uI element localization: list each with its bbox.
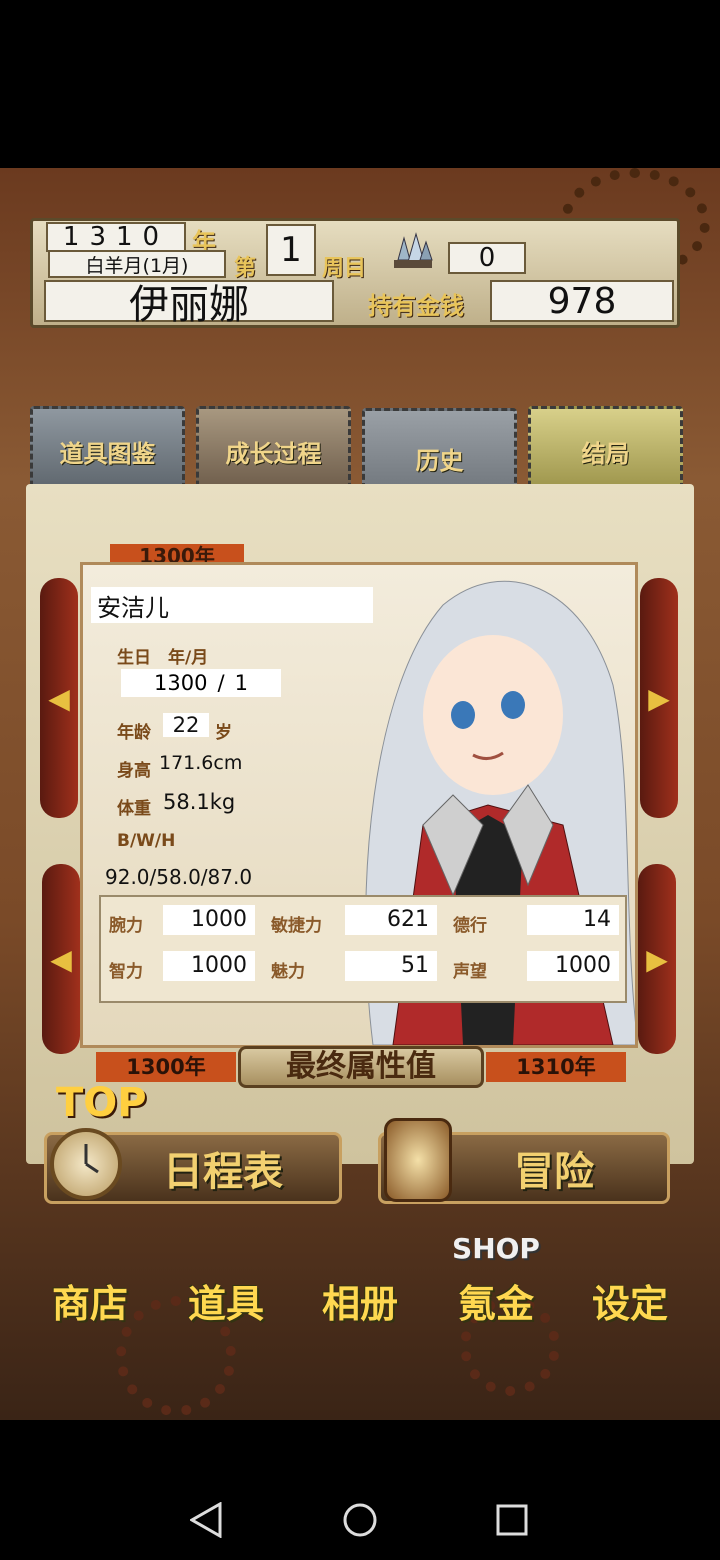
stat-value: 51: [345, 951, 437, 981]
stat-label: 魅力: [271, 962, 305, 982]
tab-ending[interactable]: 结局: [528, 406, 683, 496]
stat-value: 1000: [527, 951, 619, 981]
week-number: 1: [266, 224, 316, 276]
stat-value: 621: [345, 905, 437, 935]
height-label: 身高: [117, 761, 151, 781]
tab-growth[interactable]: 成长过程: [196, 406, 351, 496]
stat-label: 声望: [453, 962, 487, 982]
gold-label: 持有金钱: [368, 292, 464, 320]
character-name: 安洁儿: [91, 587, 373, 623]
nav-bar: [0, 1460, 720, 1560]
age-unit: 岁: [215, 723, 232, 743]
birthday-label: 生日 年/月: [117, 648, 209, 668]
shop-button[interactable]: 商店: [30, 1218, 150, 1328]
end-year-tag: 1310年: [486, 1052, 626, 1082]
prev-arrow-upper[interactable]: ◀: [40, 578, 78, 818]
next-arrow-lower[interactable]: ▶: [638, 864, 676, 1054]
age-value: 22: [163, 713, 209, 737]
stat-value: 1000: [163, 951, 255, 981]
year-display: 1310: [46, 222, 186, 252]
album-button[interactable]: 相册: [300, 1218, 420, 1328]
stat-label: 敏捷力: [271, 916, 322, 936]
back-icon[interactable]: [190, 1502, 224, 1538]
stat-value: 14: [527, 905, 619, 935]
crystal-count: 0: [448, 242, 526, 274]
items-button[interactable]: 道具: [166, 1218, 286, 1328]
game-screen: 1310 年 白羊月(1月) 第 1 周目 0 伊丽娜 持有金钱 978 道具图…: [0, 168, 720, 1420]
lantern-icon: [384, 1118, 452, 1202]
home-icon[interactable]: [342, 1502, 378, 1538]
tab-item-catalog[interactable]: 道具图鉴: [30, 406, 185, 496]
prev-arrow-lower[interactable]: ◀: [42, 864, 80, 1054]
stat-label: 德行: [453, 916, 487, 936]
settings-button[interactable]: 设定: [570, 1218, 690, 1328]
bwh-label: B/W/H: [117, 831, 176, 851]
bwh-value: 92.0/58.0/87.0: [105, 865, 253, 889]
week-suffix: 周目: [322, 256, 367, 281]
year-value: 1310: [62, 222, 170, 252]
character-card: 安洁儿 生日 年/月 1300 / 1 年龄 22 岁 身高 171.6cm 体…: [80, 562, 638, 1048]
stat-value: 1000: [163, 905, 255, 935]
final-stats-title: 最终属性值: [238, 1046, 484, 1088]
height-value: 171.6cm: [159, 752, 243, 774]
age-label: 年龄: [117, 723, 151, 743]
stat-label: 智力: [109, 962, 143, 982]
weight-value: 58.1kg: [163, 790, 236, 814]
gold-value: 978: [490, 280, 674, 322]
stat-label: 腕力: [109, 916, 143, 936]
right-arrow-icon: ▶: [646, 942, 668, 976]
left-arrow-icon: ◀: [48, 681, 70, 715]
left-arrow-icon: ◀: [50, 942, 72, 976]
clock-icon: [50, 1128, 122, 1200]
topup-button[interactable]: 氪金: [436, 1218, 556, 1328]
crystal-icon: [392, 230, 434, 270]
next-arrow-upper[interactable]: ▶: [640, 578, 678, 818]
recents-icon[interactable]: [496, 1504, 528, 1536]
top-button[interactable]: TOP: [26, 1078, 147, 1130]
weight-label: 体重: [117, 799, 151, 819]
player-name: 伊丽娜: [44, 280, 334, 328]
right-arrow-icon: ▶: [648, 681, 670, 715]
birthday-value: 1300 / 1: [121, 669, 281, 697]
